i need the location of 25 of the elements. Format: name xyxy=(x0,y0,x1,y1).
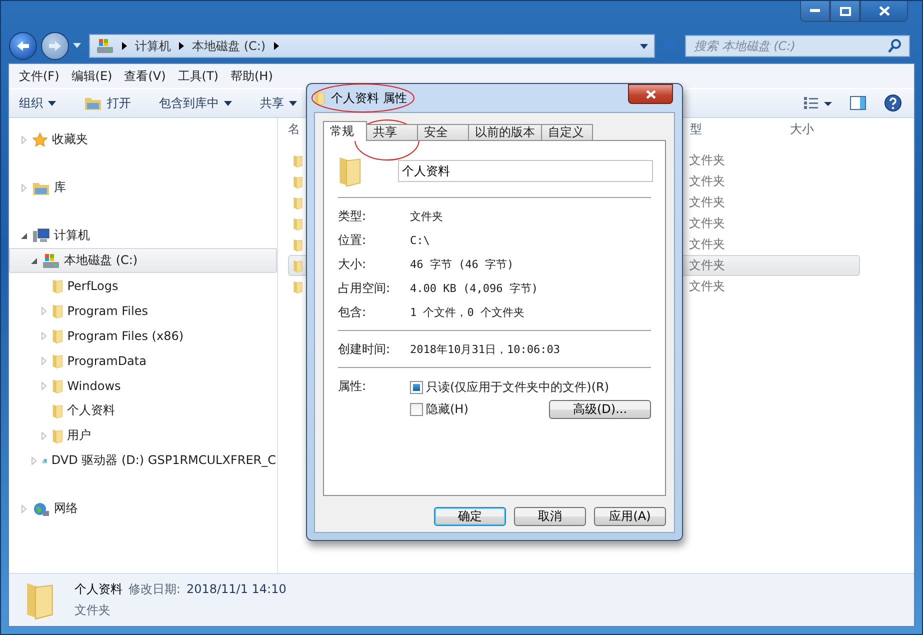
property-label: 位置: xyxy=(338,232,368,248)
property-value: 文件夹 xyxy=(410,208,443,224)
type-cell: 文件夹 xyxy=(688,194,725,211)
type-cell: 文件夹 xyxy=(688,152,725,169)
file-name: 个人资料 xyxy=(74,581,122,598)
property-value: 1 个文件，0 个文件夹 xyxy=(410,304,524,320)
type-cell: 文件夹 xyxy=(688,215,725,232)
property-value: 2018年10月31日，10:06:03 xyxy=(410,342,560,356)
property-label: 创建时间: xyxy=(338,340,392,358)
property-value: 46 字节 (46 字节) xyxy=(410,256,514,272)
modified-label: 修改日期: xyxy=(128,581,180,598)
file-type: 文件夹 xyxy=(74,602,112,619)
type-cell: 文件夹 xyxy=(688,236,725,253)
dialog-title: 个人资料 属性 xyxy=(331,90,408,106)
attributes-label: 属性: xyxy=(338,378,368,395)
property-value: C:\ xyxy=(410,234,430,246)
type-cell: 文件夹 xyxy=(688,278,725,295)
property-label: 类型: xyxy=(338,208,368,224)
property-label: 占用空间: xyxy=(338,280,392,296)
type-cell: 文件夹 xyxy=(688,257,725,274)
property-value: 4.00 KB (4,096 字节) xyxy=(410,280,538,296)
type-cell: 文件夹 xyxy=(688,173,725,190)
modified-date: 2018/11/1 14:10 xyxy=(186,582,286,596)
property-label: 包含: xyxy=(338,304,368,320)
property-label: 大小: xyxy=(338,256,368,272)
